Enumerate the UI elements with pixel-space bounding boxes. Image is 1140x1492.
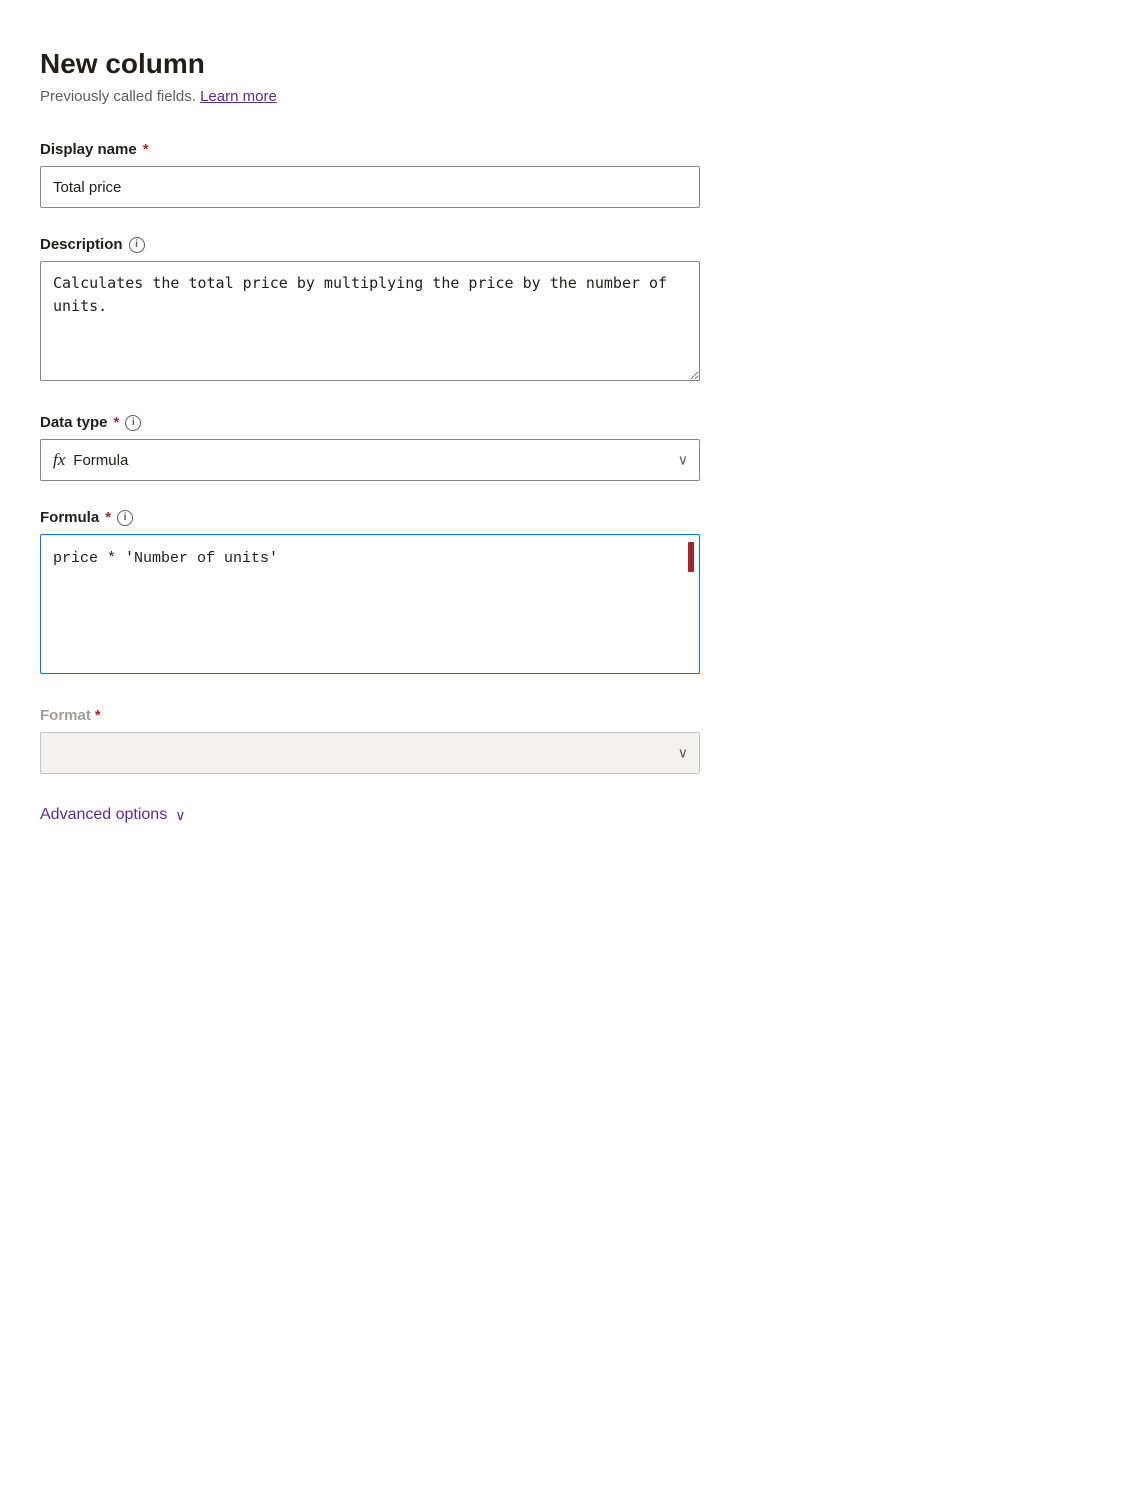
data-type-required: *	[114, 414, 120, 431]
advanced-options-section[interactable]: Advanced options ∨	[40, 806, 740, 824]
data-type-select-wrapper[interactable]: fx Formula ∨	[40, 439, 700, 481]
display-name-input[interactable]	[40, 166, 700, 208]
description-field-group: Description i Calculates the total price…	[40, 236, 740, 386]
format-field-group: Format * ∨	[40, 707, 740, 774]
advanced-options-chevron-icon: ∨	[175, 807, 185, 824]
formula-wrapper: price * 'Number of units'	[40, 534, 700, 679]
formula-fx-icon: fx	[53, 450, 65, 470]
formula-info-icon: i	[117, 510, 133, 526]
description-label: Description i	[40, 236, 740, 253]
page-title: New column	[40, 48, 740, 80]
data-type-select[interactable]: fx Formula	[40, 439, 700, 481]
formula-label: Formula * i	[40, 509, 740, 526]
description-info-icon: i	[129, 237, 145, 253]
data-type-value: Formula	[73, 452, 128, 469]
display-name-required: *	[143, 141, 149, 158]
data-type-info-icon: i	[125, 415, 141, 431]
formula-field-group: Formula * i price * 'Number of units'	[40, 509, 740, 679]
data-type-field-group: Data type * i fx Formula ∨	[40, 414, 740, 481]
formula-textarea[interactable]: price * 'Number of units'	[40, 534, 700, 674]
data-type-label: Data type * i	[40, 414, 740, 431]
format-select-wrapper: ∨	[40, 732, 700, 774]
display-name-label: Display name *	[40, 141, 740, 158]
page-subtitle: Previously called fields. Learn more	[40, 88, 740, 105]
formula-error-bar	[688, 542, 694, 572]
format-label: Format *	[40, 707, 740, 724]
display-name-field-group: Display name *	[40, 141, 740, 208]
advanced-options-label: Advanced options	[40, 806, 167, 824]
description-textarea[interactable]: Calculates the total price by multiplyin…	[40, 261, 700, 381]
formula-required: *	[105, 509, 111, 526]
learn-more-link[interactable]: Learn more	[200, 88, 277, 105]
format-required: *	[95, 707, 101, 724]
format-select	[40, 732, 700, 774]
